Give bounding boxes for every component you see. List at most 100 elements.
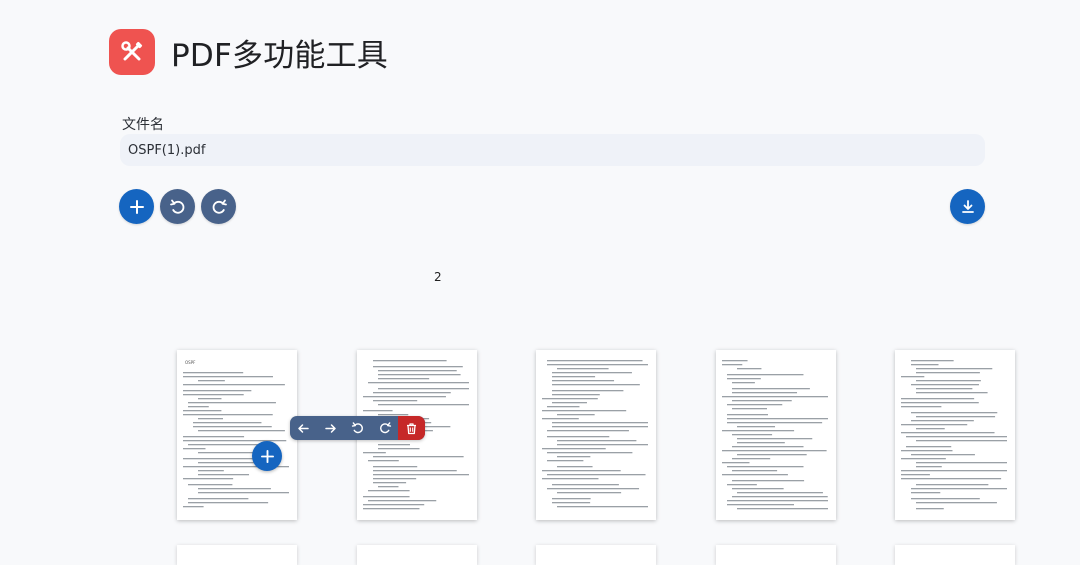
page-text-line xyxy=(732,388,810,390)
page-text-line xyxy=(732,400,792,402)
page-text-line xyxy=(727,378,761,380)
rotate-right-icon xyxy=(379,422,391,434)
rotate-page-right-button[interactable] xyxy=(371,416,398,440)
page-text-line xyxy=(916,462,1007,464)
page-text-line xyxy=(552,498,591,500)
page-text-line xyxy=(547,364,648,366)
page-text-line xyxy=(183,384,285,386)
page-text-line xyxy=(378,444,410,446)
rotate-all-left-button[interactable] xyxy=(160,189,195,224)
page-text-line xyxy=(916,484,989,486)
page-text-line xyxy=(722,430,795,432)
page-text-line xyxy=(547,474,646,476)
arrow-right-icon xyxy=(325,423,336,433)
page-text-line xyxy=(552,426,648,428)
page-text-line xyxy=(722,360,748,362)
delete-page-button[interactable] xyxy=(398,416,425,440)
page-text-line xyxy=(916,368,993,370)
page-text-line xyxy=(183,372,244,374)
page-text-line xyxy=(557,440,637,442)
insert-page-button[interactable] xyxy=(252,441,282,471)
page-text-line xyxy=(727,466,804,468)
download-button[interactable] xyxy=(950,189,985,224)
page-text-line xyxy=(552,376,596,378)
plus-icon xyxy=(129,199,144,214)
page-text-line xyxy=(906,446,952,448)
page-text-line xyxy=(901,450,953,452)
download-icon xyxy=(961,199,974,213)
page-text-line xyxy=(373,392,451,394)
page-text-line xyxy=(732,496,828,498)
page-text-line xyxy=(542,410,627,412)
page-thumbnail-7[interactable] xyxy=(357,545,477,565)
page-text-line xyxy=(901,474,930,476)
page-text-line xyxy=(732,446,804,448)
page-text-line xyxy=(547,436,610,438)
page-text-line xyxy=(373,470,457,472)
move-left-button[interactable] xyxy=(290,416,317,440)
move-right-button[interactable] xyxy=(317,416,344,440)
page-text-line xyxy=(368,490,410,492)
page-text-line xyxy=(373,478,417,480)
page-text-line xyxy=(188,402,276,404)
page-content-preview xyxy=(901,360,1007,510)
page-text-line xyxy=(373,366,463,368)
page-text-line xyxy=(373,474,469,476)
page-text-line xyxy=(373,360,447,362)
add-file-button[interactable] xyxy=(119,189,154,224)
page-text-line xyxy=(198,488,271,490)
page-text-line xyxy=(737,508,828,510)
page-text-line xyxy=(901,432,995,434)
page-text-line xyxy=(911,492,941,494)
page-text-line xyxy=(188,444,263,446)
page-text-line xyxy=(363,508,420,510)
page-content-preview xyxy=(722,360,828,510)
page-content-preview xyxy=(542,360,648,508)
page-text-line xyxy=(727,404,783,406)
page-thumbnail-9[interactable] xyxy=(716,545,836,565)
page-text-line xyxy=(727,500,828,502)
page-thumbnail-8[interactable] xyxy=(536,545,656,565)
page-text-line xyxy=(722,396,828,398)
page-text-line xyxy=(378,374,461,376)
page-text-line xyxy=(373,456,464,458)
page-text-line xyxy=(378,486,399,488)
page-text-line xyxy=(547,488,640,490)
rotate-all-right-button[interactable] xyxy=(201,189,236,224)
page-text-line xyxy=(737,454,807,456)
page-text-line xyxy=(378,378,430,380)
page-text-line xyxy=(901,406,942,408)
page-thumbnail-1[interactable]: OSPF xyxy=(177,350,297,520)
page-text-line xyxy=(188,406,209,408)
page-text-line xyxy=(737,442,785,444)
page-thumbnail-4[interactable] xyxy=(716,350,836,520)
page-text-line xyxy=(911,454,975,456)
rotate-left-icon xyxy=(351,422,363,434)
page-text-line xyxy=(737,492,823,494)
page-text-line xyxy=(727,374,804,376)
filename-input[interactable]: OSPF(1).pdf xyxy=(120,134,985,166)
page-text-line xyxy=(906,436,1007,438)
page-thumbnail-5[interactable] xyxy=(895,350,1015,520)
page-text-line xyxy=(188,484,233,486)
page-text-line xyxy=(916,428,945,430)
page-text-line xyxy=(557,444,648,446)
page-text-line xyxy=(901,398,975,400)
page-text-line xyxy=(737,426,776,428)
page-text-line xyxy=(552,380,615,382)
page-thumbnail-3[interactable] xyxy=(536,350,656,520)
rotate-page-left-button[interactable] xyxy=(344,416,371,440)
page-text-line xyxy=(552,484,619,486)
page-text-line xyxy=(557,456,591,458)
page-text-line xyxy=(363,452,386,454)
filename-label: 文件名 xyxy=(122,117,164,133)
page-text-line xyxy=(901,478,1002,480)
page-text-line xyxy=(557,466,593,468)
page-thumbnail-10[interactable] xyxy=(895,545,1015,565)
page-text-line xyxy=(727,504,795,506)
page-text-line xyxy=(732,480,805,482)
page-text-line xyxy=(732,434,773,436)
page-text-line xyxy=(547,360,643,362)
page-text-line xyxy=(916,508,944,510)
page-thumbnail-6[interactable] xyxy=(177,545,297,565)
